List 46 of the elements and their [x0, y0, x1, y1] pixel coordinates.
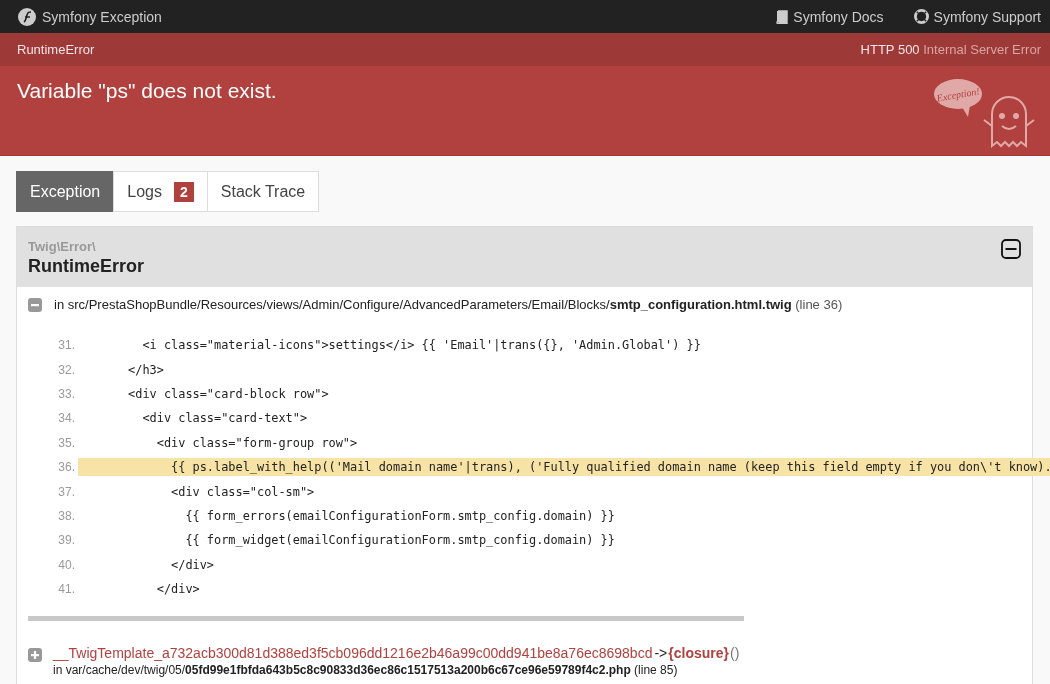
scrollbar[interactable] [28, 616, 744, 622]
line-number: 38. [57, 508, 76, 523]
line-number: 35. [57, 435, 76, 450]
line-number: 39. [57, 533, 76, 548]
tab[interactable]: Stack Trace [206, 171, 320, 212]
status-code: HTTP 500 Internal Server Error [860, 42, 1041, 57]
line-number: 32. [57, 362, 76, 377]
code-line: <i class="material-icons">settings</i> {{ 'Email'|trans({}, 'Admin.Global') }} [141, 337, 702, 355]
file-location: in var/cache/dev/twig/05/05fd99e1fbfda643b5c8c90833d36ec86c1517513a200b6c67ce96e59789f4c2.php (line 85) [53, 663, 679, 678]
function-name: {closure} [668, 645, 729, 662]
count-badge: 2 [173, 181, 194, 202]
line-number: 33. [57, 386, 76, 401]
code-line: {{ form_errors(emailConfigurationForm.smtp_config.domain) }} [184, 507, 616, 525]
nav-link[interactable]: Symfony Support [913, 8, 1041, 25]
function-class: __TwigTemplate_a732acb300d81d388ed3f5cb096dd1216e2b46a99c00dd941be8a76ec8698bcd [53, 645, 653, 662]
code-line: {{ form_widget(emailConfigurationForm.smtp_config.domain) }} [184, 532, 616, 550]
code-line: <div class="form-group row"> [155, 434, 359, 452]
line-number: 41. [57, 582, 76, 597]
collapse-icon[interactable] [1001, 239, 1021, 259]
nav-link[interactable]: Symfony Docs [775, 8, 884, 25]
tab[interactable]: Logs 2 [113, 171, 208, 212]
code-line: <div class="card-block row"> [127, 385, 330, 403]
lifebuoy-icon [913, 9, 929, 24]
code-line: </div> [170, 556, 216, 574]
book-icon [775, 9, 789, 24]
code-line: <div class="card-text"> [141, 410, 309, 428]
code-line: </h3> [127, 361, 165, 379]
line-number: 40. [57, 557, 76, 572]
code-line: <div class="col-sm"> [170, 483, 316, 501]
ghost-mascot-drawing: Exception! [932, 74, 1042, 152]
logo-icon [18, 7, 36, 26]
line-number: 37. [57, 484, 76, 499]
exception-class: RuntimeError [17, 42, 95, 57]
tab[interactable]: Exception [16, 171, 115, 212]
code-line: </div> [155, 581, 201, 599]
exception-class-title: RuntimeError [28, 256, 144, 277]
exception-namespace: Twig\Error\ [28, 239, 97, 254]
line-number: 36. [57, 460, 76, 475]
expand-icon[interactable] [28, 648, 42, 663]
file-location: in src/PrestaShopBundle/Resources/views/Admin/Configure/AdvancedParameters/Email/Blocks/smtp_configuration.html.twig (line 36) [54, 297, 843, 312]
function-parens: () [730, 645, 740, 662]
exception-message: Variable "ps" does not exist. [17, 79, 277, 104]
line-number: 31. [57, 338, 76, 353]
brand-name: Symfony Exception [42, 8, 162, 25]
arrow-operator: -> [654, 645, 668, 662]
line-number: 34. [57, 411, 76, 426]
